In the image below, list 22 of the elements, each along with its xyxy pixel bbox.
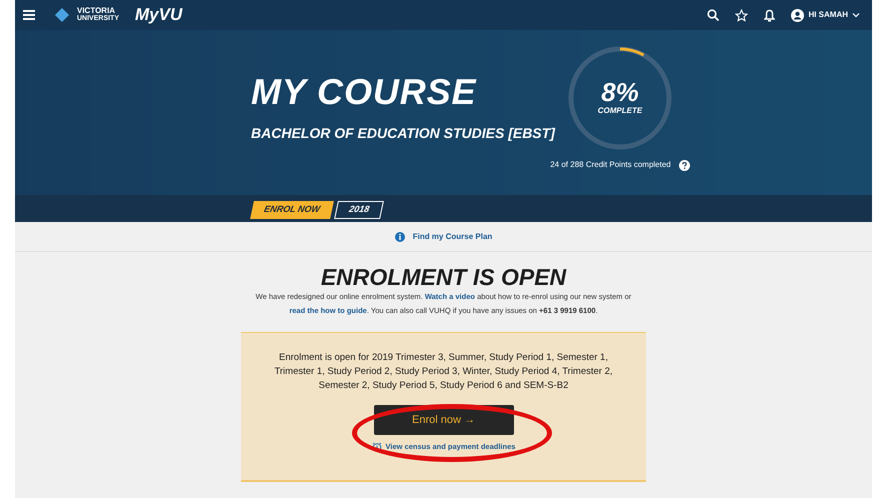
app-name: MyVU <box>135 4 182 26</box>
bell-icon[interactable] <box>764 8 776 22</box>
course-plan-link[interactable]: Find my Course Plan <box>412 230 492 242</box>
star-icon[interactable] <box>735 8 748 22</box>
complete-label: COMPLETE <box>598 105 642 117</box>
user-greeting[interactable]: HI SAMAH <box>808 9 848 21</box>
info-icon <box>394 232 405 242</box>
notice-text: Enrolment is open for 2019 Trimester 3, Summer, Study Period 1, Semester 1, Trimester 1, Study Period 2, Study Period 3, Winter, Study Period 4, Trimester 2, Semester 2, Study Period 5, Study Period 6 and SEM-S-B2 <box>274 351 614 393</box>
tab[interactable]: ENROL NOW <box>250 201 334 219</box>
search-icon[interactable] <box>707 9 720 21</box>
page-title: MY COURSE <box>251 73 478 111</box>
credit-points-text: 24 of 288 Credit Points completed <box>550 159 671 171</box>
diamond-logo-icon <box>55 8 69 22</box>
section-heading: ENROLMENT IS OPEN <box>320 264 566 290</box>
chevron-down-icon[interactable] <box>852 12 860 18</box>
tab[interactable]: 2018 <box>334 201 384 219</box>
percent-complete: 8% <box>601 79 639 105</box>
help-icon[interactable] <box>678 160 690 170</box>
brand-text: VICTORIA <box>77 7 116 15</box>
menu-icon[interactable] <box>23 10 35 20</box>
user-icon[interactable] <box>791 8 804 22</box>
course-name: BACHELOR OF EDUCATION STUDIES [EBST] <box>251 124 555 143</box>
